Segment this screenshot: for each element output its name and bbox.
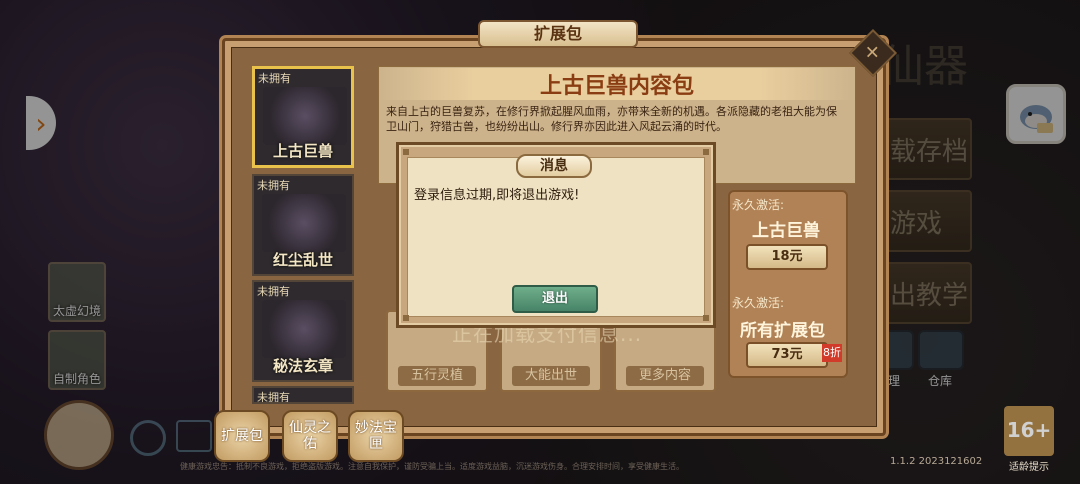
bottom-button-blessing[interactable]: 仙灵之佑 xyxy=(282,410,338,462)
single-pack-name: 上古巨兽 xyxy=(752,221,820,241)
pack-card-secret-arts[interactable]: 未拥有 秘法玄章 xyxy=(252,280,354,382)
pack-card-red-dust[interactable]: 未拥有 红尘乱世 xyxy=(252,174,354,276)
pack-card-ancient-beast[interactable]: 未拥有 上古巨兽 xyxy=(252,66,354,168)
card-status-tag: 未拥有 xyxy=(257,179,290,192)
age-rating-label: 适龄提示 xyxy=(1009,462,1049,473)
age-rating-badge[interactable]: 16+ xyxy=(1004,406,1054,456)
settings-gear-icon[interactable] xyxy=(130,420,166,456)
dialog-title: 消息 xyxy=(516,154,592,178)
character-portrait[interactable] xyxy=(44,400,114,470)
buy-single-button[interactable]: 18元 xyxy=(746,244,828,270)
exit-button[interactable]: 退出 xyxy=(512,285,598,313)
discount-badge: 8折 xyxy=(822,344,842,362)
card-art xyxy=(263,87,347,145)
content-label: 五行灵植 xyxy=(398,366,476,386)
single-activate-label: 永久激活: xyxy=(732,198,785,212)
card-art xyxy=(262,300,346,358)
close-icon: ✕ xyxy=(865,42,881,64)
card-status-tag: 未拥有 xyxy=(258,72,291,85)
panel-title: 扩展包 xyxy=(478,20,638,48)
health-advisory-footer: 健康游戏忠告：抵制不良游戏，拒绝盗版游戏。注意自我保护，谨防受骗上当。适度游戏益… xyxy=(180,462,684,471)
card-status-tag: 未拥有 xyxy=(257,391,290,404)
pack-title: 上古巨兽内容包 xyxy=(378,68,856,100)
pack-description: 来自上古的巨兽复苏，在修行界掀起腥风血雨，亦带来全新的机遇。各派隐藏的老祖大能为… xyxy=(386,105,837,133)
all-packs-name: 所有扩展包 xyxy=(740,321,825,341)
all-activate-label: 永久激活: xyxy=(732,296,785,310)
content-label: 更多内容 xyxy=(626,366,704,386)
card-name: 红尘乱世 xyxy=(272,251,333,269)
bottom-button-treasure-box[interactable]: 妙法宝匣 xyxy=(348,410,404,462)
card-name: 秘法玄章 xyxy=(272,357,333,375)
pack-card-next[interactable]: 未拥有 xyxy=(252,386,354,404)
buy-all-button[interactable]: 73元 xyxy=(746,342,828,368)
card-status-tag: 未拥有 xyxy=(257,285,290,298)
bottom-button-expansion[interactable]: 扩展包 xyxy=(214,410,270,462)
dialog-message: 登录信息过期,即将退出游戏! xyxy=(414,188,580,203)
gallery-icon[interactable] xyxy=(176,420,212,452)
card-art xyxy=(262,194,346,252)
card-name: 上古巨兽 xyxy=(272,142,333,160)
content-label: 大能出世 xyxy=(512,366,590,386)
version-label: 1.1.2 2023121602 xyxy=(890,456,983,467)
